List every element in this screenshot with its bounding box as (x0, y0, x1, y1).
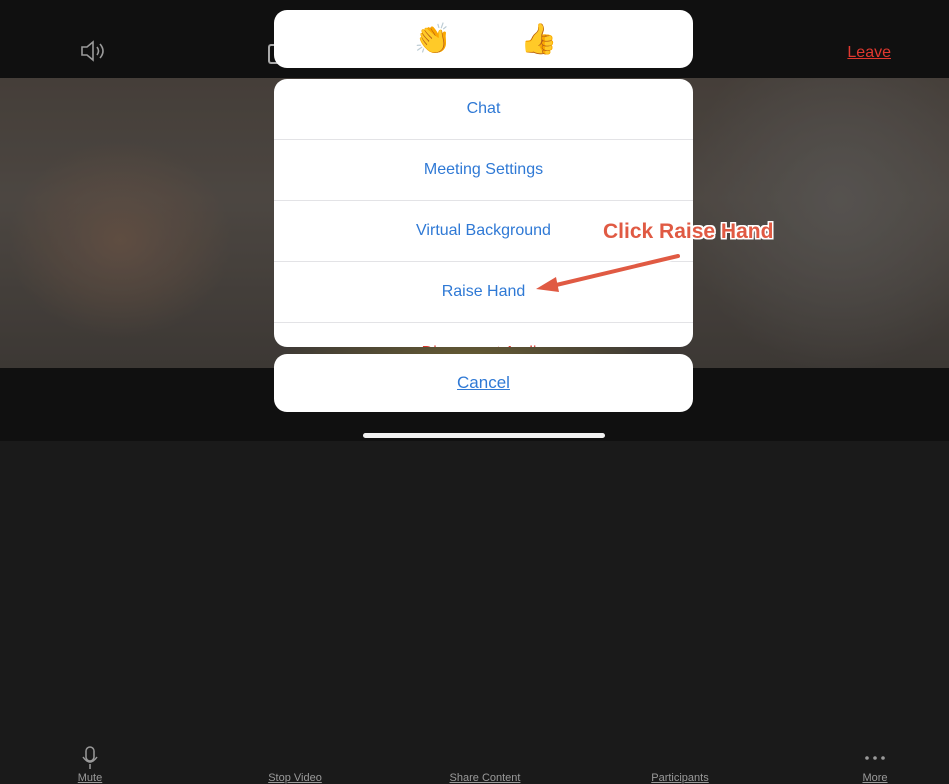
microphone-icon (82, 746, 98, 769)
reactions-panel: 👏 👍 (274, 10, 693, 68)
more-label: More (862, 772, 888, 784)
participants-label: Participants (651, 772, 709, 784)
mute-button[interactable]: Mute (70, 746, 110, 784)
clap-icon[interactable]: 👏 (414, 23, 451, 57)
stop-video-label: Stop Video (268, 772, 322, 784)
menu-item-chat[interactable]: Chat (274, 79, 693, 140)
annotation-arrow (532, 252, 682, 296)
share-icon (435, 746, 535, 770)
home-indicator (363, 433, 605, 438)
cancel-panel: Cancel (274, 354, 693, 412)
more-dots-icon (865, 756, 885, 760)
participants-button[interactable]: Participants (630, 746, 730, 784)
share-content-label: Share Content (449, 772, 521, 784)
leave-button[interactable]: Leave (847, 44, 891, 62)
thumbs-up-icon[interactable]: 👍 (520, 23, 557, 57)
cancel-button[interactable]: Cancel (457, 373, 510, 393)
menu-item-disconnect-audio[interactable]: Disconnect Audio (274, 323, 693, 347)
more-button[interactable]: More (852, 746, 898, 784)
video-camera-icon (255, 746, 335, 770)
share-content-button[interactable]: Share Content (435, 746, 535, 784)
action-menu: Chat Meeting Settings Virtual Background… (274, 79, 693, 347)
participants-icon (630, 746, 730, 770)
stop-video-button[interactable]: Stop Video (255, 746, 335, 784)
menu-item-meeting-settings[interactable]: Meeting Settings (274, 140, 693, 201)
speaker-icon[interactable] (80, 40, 106, 62)
mute-label: Mute (77, 772, 103, 784)
annotation-label: Click Raise Hand (603, 220, 774, 243)
